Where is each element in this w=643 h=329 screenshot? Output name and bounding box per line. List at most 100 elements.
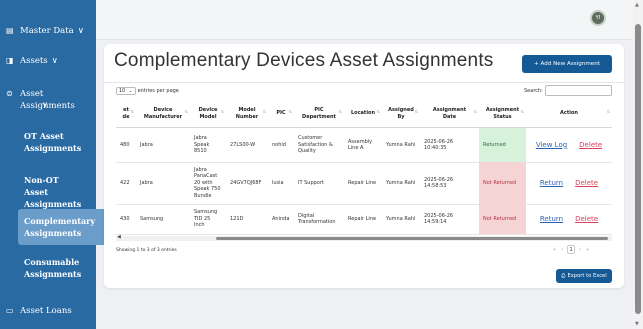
sidebar-item-label: Asset Loans: [20, 306, 72, 316]
chevron-down-icon: ∨: [51, 56, 58, 66]
table-cell: Jabra Speak 8510: [190, 128, 226, 162]
last-page-button[interactable]: »: [586, 247, 589, 253]
cell-text: Jabra Speak 8510: [194, 135, 210, 155]
sort-icon: ⇅: [473, 109, 477, 114]
chevron-down-icon: ∨: [42, 100, 48, 109]
sort-icon: ⇅: [376, 109, 380, 114]
page-title: Complementary Devices Asset Assignments: [114, 50, 494, 71]
sidebar-item-label: Asset Assignments: [20, 89, 75, 111]
pagination: « ‹ 1 › »: [553, 245, 589, 254]
sort-icon: ⇅: [288, 109, 292, 114]
cell-text: Not Returned: [483, 179, 517, 186]
column-header-label: Model Number: [235, 107, 259, 120]
cell-text: Samsung TID 25 Inch: [194, 209, 218, 229]
sidebar-item-asset-loans[interactable]: ▭ Asset Loans: [0, 306, 96, 316]
column-header[interactable]: Assignment Status ⇅: [479, 100, 526, 128]
column-header[interactable]: Assigned By ⇅: [382, 100, 420, 128]
divider: [104, 82, 624, 83]
table-cell: Jabra: [136, 162, 190, 204]
cell-text: nohid: [272, 141, 286, 148]
status-badge: Not Returned: [479, 162, 526, 204]
assignments-icon: ⊜: [6, 89, 13, 98]
search-input[interactable]: [545, 85, 612, 96]
add-new-assignment-button[interactable]: + Add New Assignment: [522, 55, 612, 73]
cell-text: Customer Satisfaction & Quality: [298, 135, 333, 155]
cell-text: Returned: [483, 141, 506, 148]
sidebar-item-label: OT Asset Assignments: [24, 131, 82, 153]
scroll-thumb[interactable]: [635, 24, 641, 314]
export-to-excel-button[interactable]: ⎙ Export to Excel: [556, 269, 612, 283]
cell-text: 2025-06-26 14:58:53: [424, 176, 454, 190]
return-link[interactable]: Return: [540, 180, 563, 187]
sidebar-item-non-ot-asset-assignments[interactable]: Non-OT Asset Assignments: [0, 174, 90, 210]
entries-per-page-select[interactable]: 10 ⌄: [116, 87, 136, 95]
table-cell: 2025-06-26 10:40:35: [420, 128, 479, 162]
table-horizontal-scrollbar[interactable]: ◀: [116, 234, 612, 241]
cell-text: IT Support: [298, 179, 324, 186]
entries-per-page-label: entries per page: [137, 88, 179, 94]
column-header[interactable]: PIC Department ⇅: [294, 100, 344, 128]
cell-text: Aninda: [272, 215, 290, 222]
sort-icon: ⇅: [220, 109, 224, 114]
scroll-up-icon[interactable]: ▲: [635, 2, 639, 8]
column-header-label: PIC: [276, 110, 286, 117]
action-cell: Return Delete: [526, 204, 612, 234]
delete-link[interactable]: Delete: [579, 142, 602, 149]
column-header[interactable]: Device Manufacturer ⇅: [136, 100, 190, 128]
page-1-button[interactable]: 1: [567, 245, 576, 254]
table-cell: 27LS00-W: [226, 128, 268, 162]
table-cell: nohid: [268, 128, 294, 162]
column-header[interactable]: Device Model ⇅: [190, 100, 226, 128]
scroll-left-icon[interactable]: ◀: [117, 234, 121, 240]
column-header-label: Location: [350, 110, 376, 117]
sidebar-item-consumable-assignments[interactable]: Consumable Assignments: [0, 256, 90, 280]
table-info: Showing 1 to 3 of 3 entries: [116, 248, 177, 253]
page-scrollbar[interactable]: ▲ ▼: [633, 0, 643, 329]
column-header[interactable]: PIC ⇅: [268, 100, 294, 128]
column-header[interactable]: Location ⇅: [344, 100, 382, 128]
sidebar-item-master-data[interactable]: ▤ Master Data ∨: [0, 26, 96, 36]
view-log-link[interactable]: View Log: [536, 142, 567, 149]
export-label: Export to Excel: [567, 273, 607, 279]
avatar[interactable]: YI: [590, 10, 606, 26]
entries-length-control: 10 ⌄ entries per page: [116, 87, 179, 95]
sort-icon: ⇅: [520, 109, 524, 114]
column-header[interactable]: Action ⇅: [526, 100, 612, 128]
action-cell: View Log Delete: [526, 128, 612, 162]
column-header-label: Assignment Status: [485, 107, 520, 120]
table-cell: 2025-06-26 14:59:14: [420, 204, 479, 234]
table-cell: Repair Line: [344, 204, 382, 234]
column-header[interactable]: Assignment Date ⇅: [420, 100, 479, 128]
cell-text: Yumna Rahi: [386, 141, 416, 148]
database-icon: ▤: [6, 26, 14, 35]
top-bar: [96, 0, 643, 40]
status-badge: Returned: [479, 128, 526, 162]
table-cell: Digital Transformation: [294, 204, 344, 234]
table-cell: Yumna Rahi: [382, 162, 420, 204]
cell-text: Samsung: [140, 215, 164, 222]
column-header[interactable]: Model Number ⇅: [226, 100, 268, 128]
column-header-label: Assignment Date: [432, 107, 467, 120]
scroll-down-icon[interactable]: ▼: [635, 321, 639, 327]
return-link[interactable]: Return: [540, 216, 563, 223]
cell-text: Jabra PanaCast 20 with Speak 750 Bundle: [194, 166, 221, 199]
sidebar-item-complementary-assignments[interactable]: Complementary Assignments: [18, 209, 118, 245]
chevron-down-icon: ⌄: [128, 88, 133, 94]
table-scroll-thumb[interactable]: [216, 237, 608, 240]
cell-text: 430: [120, 215, 130, 222]
cell-text: Jabra: [140, 141, 153, 148]
cell-text: Yumna Rahi: [386, 179, 416, 186]
column-header-label: et de: [122, 107, 130, 120]
delete-link[interactable]: Delete: [575, 180, 598, 187]
next-page-button[interactable]: ›: [579, 247, 581, 253]
sidebar-item-assets[interactable]: ◨ Assets ∨: [0, 56, 96, 66]
prev-page-button[interactable]: ‹: [561, 247, 563, 253]
sidebar-item-ot-asset-assignments[interactable]: OT Asset Assignments: [0, 130, 90, 154]
delete-link[interactable]: Delete: [575, 216, 598, 223]
sort-icon: ⇅: [130, 109, 134, 114]
column-header[interactable]: et de ⇅: [116, 100, 136, 128]
sidebar-item-label: Consumable Assignments: [24, 257, 82, 279]
first-page-button[interactable]: «: [553, 247, 556, 253]
chevron-down-icon: ∨: [77, 26, 84, 36]
table-cell: Jabra PanaCast 20 with Speak 750 Bundle: [190, 162, 226, 204]
